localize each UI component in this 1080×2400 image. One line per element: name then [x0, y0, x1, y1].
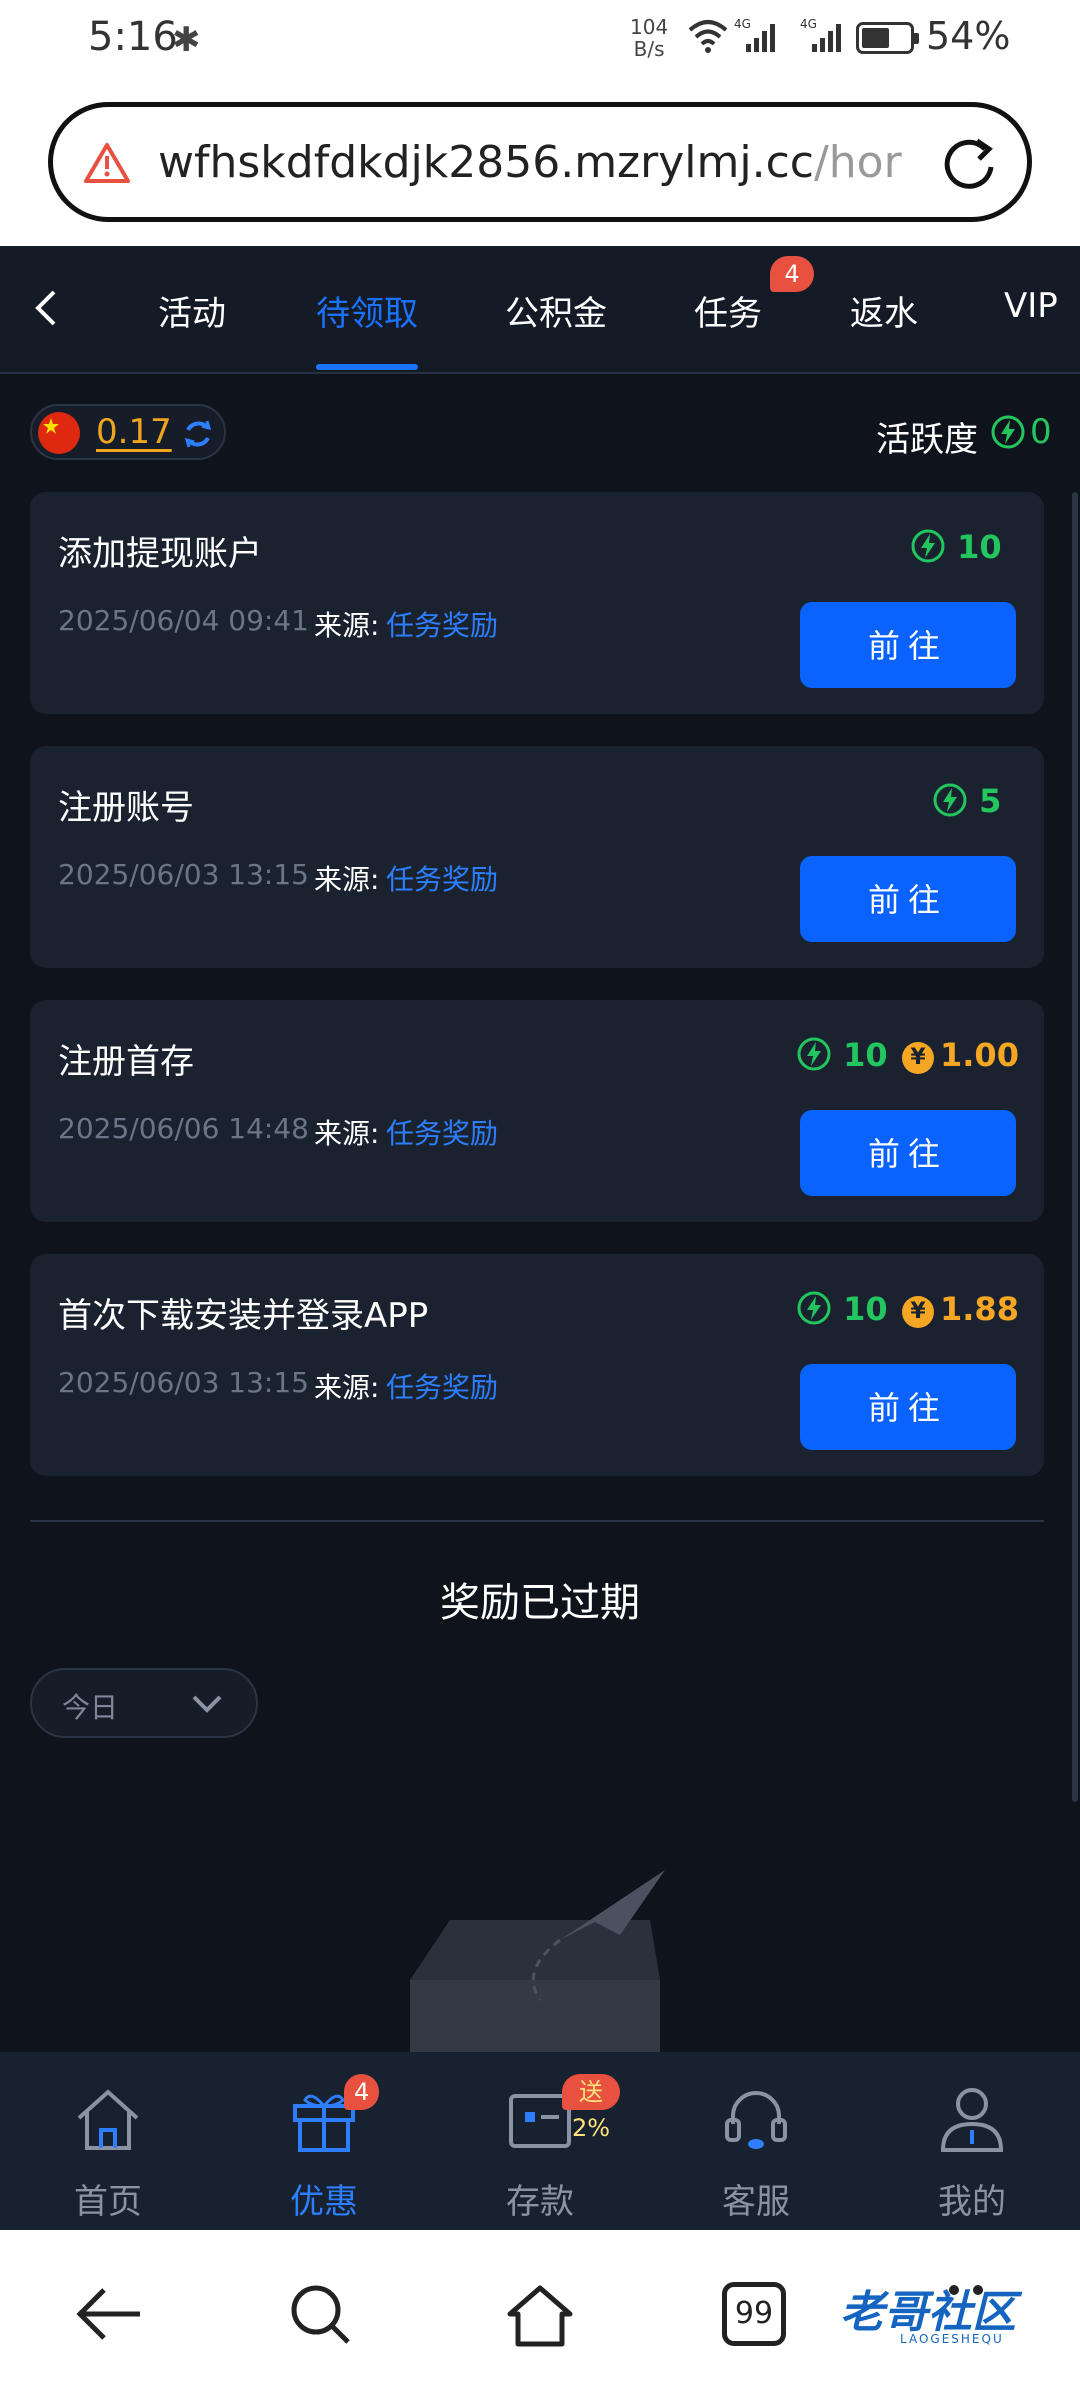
reload-icon[interactable] [939, 133, 999, 193]
reward-date: 2025/06/03 13:15 [58, 1366, 309, 1399]
reward-source: 任务奖励 [386, 609, 499, 642]
reward-date: 2025/06/03 13:15 [58, 858, 309, 891]
promotions-badge: 4 [344, 2074, 380, 2110]
url-text[interactable]: wfhskdfdkdjk2856.mzrylmj.cc/hor [158, 137, 948, 188]
reward-card: 添加提现账户 10 2025/06/04 09:41 来源: 任务奖励 前往 [30, 492, 1044, 714]
reward-title: 首次下载安装并登录APP [58, 1296, 429, 1336]
go-button[interactable]: 前往 [800, 1110, 1016, 1196]
svg-text:4G: 4G [800, 17, 817, 31]
reward-cash: ¥1.00 [902, 1036, 1019, 1076]
tab-provident-fund[interactable]: 公积金 [505, 286, 607, 335]
tabs-counter-button[interactable]: 99 [722, 2282, 786, 2346]
wifi-icon [688, 20, 728, 53]
watermark-subtext: LAOGESHEQU [900, 2332, 1004, 2346]
system-nav: 99 老哥社区 LAOGESHEQU [0, 2230, 1080, 2400]
go-button[interactable]: 前往 [800, 1364, 1016, 1450]
tasks-badge: 4 [770, 256, 814, 292]
active-tab-indicator [316, 364, 418, 370]
reward-points: 10 [910, 528, 1002, 568]
reward-title: 注册首存 [58, 1042, 194, 1082]
reward-points: 5 [932, 782, 1001, 822]
back-icon[interactable] [28, 286, 68, 330]
go-button[interactable]: 前往 [800, 602, 1016, 688]
go-button[interactable]: 前往 [800, 856, 1016, 942]
source-label: 来源: [314, 1371, 380, 1404]
source-label: 来源: [314, 863, 380, 896]
status-bar: 5:16 ✱ 104 B/s 4G 4G 54% [0, 0, 1080, 84]
activity-value: 0 [1030, 412, 1052, 452]
activity-label: 活跃度 [876, 420, 978, 460]
reward-date: 2025/06/06 14:48 [58, 1112, 309, 1145]
browser-toolbar: wfhskdfdkdjk2856.mzrylmj.cc/hor [0, 84, 1080, 246]
reward-source: 任务奖励 [386, 863, 499, 896]
tab-rebate[interactable]: 返水 [850, 286, 918, 335]
battery-percent: 54% [926, 14, 1011, 58]
bolt-icon [991, 415, 1025, 449]
svg-text:4G: 4G [734, 17, 751, 31]
bolt-icon [933, 783, 967, 817]
bottom-nav: 首页 4 优惠 送2% 存款 客服 我的 [0, 2052, 1080, 2230]
address-bar[interactable]: wfhskdfdkdjk2856.mzrylmj.cc/hor [48, 102, 1032, 222]
tab-tasks[interactable]: 任务 [694, 286, 762, 335]
date-filter-select[interactable]: 今日 [30, 1668, 258, 1738]
bolt-icon [797, 1037, 831, 1071]
tab-vip[interactable]: VIP [1004, 286, 1058, 326]
headset-icon [725, 2091, 787, 2149]
back-arrow-icon[interactable] [74, 2282, 144, 2346]
reward-points: 10 [796, 1290, 888, 1330]
user-icon [940, 2088, 1004, 2152]
reward-source: 任务奖励 [386, 1117, 499, 1150]
china-flag-icon [38, 412, 80, 454]
source-label: 来源: [314, 1117, 380, 1150]
empty-box-icon [410, 1870, 665, 2052]
section-divider [30, 1520, 1044, 1522]
reward-source: 任务奖励 [386, 1371, 499, 1404]
expired-section-title: 奖励已过期 [440, 1580, 640, 1626]
coin-icon: ¥ [902, 1042, 934, 1074]
reward-cash: ¥1.88 [902, 1290, 1019, 1330]
home-icon[interactable] [506, 2282, 574, 2348]
signal-icon: 4G [734, 17, 775, 52]
search-icon[interactable] [288, 2282, 354, 2348]
network-speed: 104 B/s [630, 15, 669, 61]
reward-title: 添加提现账户 [58, 534, 262, 574]
tab-pending[interactable]: 待领取 [316, 286, 418, 335]
chevron-down-icon [192, 1695, 222, 1713]
coin-icon: ¥ [902, 1296, 934, 1328]
refresh-icon[interactable] [182, 418, 214, 450]
battery-icon [856, 22, 919, 54]
reward-points: 10 [796, 1036, 888, 1076]
reward-card: 注册账号 5 2025/06/03 13:15 来源: 任务奖励 前往 [30, 746, 1044, 968]
reward-title: 注册账号 [58, 788, 194, 828]
status-time: 5:16 [88, 14, 178, 60]
bolt-icon [911, 529, 945, 563]
deposit-badge: 送2% [562, 2074, 621, 2142]
reward-card: 注册首存 10 ¥1.00 2025/06/06 14:48 来源: 任务奖励 … [30, 1000, 1044, 1222]
watermark-logo: 老哥社区 [840, 2287, 1016, 2338]
signal-icon-2: 4G [800, 17, 841, 52]
date-filter-value: 今日 [62, 1691, 119, 1724]
balance-pill[interactable]: 0.17 [30, 404, 226, 460]
tab-activity[interactable]: 活动 [158, 286, 226, 335]
category-tabs: 活动 待领取 公积金 任务 4 返水 VIP [0, 246, 1080, 374]
balance-value: 0.17 [96, 412, 172, 452]
warning-icon[interactable] [83, 141, 131, 185]
home-icon [77, 2089, 139, 2150]
scrollbar[interactable] [1072, 492, 1078, 1802]
bluetooth-icon: ✱ [172, 20, 201, 60]
source-label: 来源: [314, 609, 380, 642]
reward-card: 首次下载安装并登录APP 10 ¥1.88 2025/06/03 13:15 来… [30, 1254, 1044, 1476]
reward-date: 2025/06/04 09:41 [58, 604, 309, 637]
bolt-icon [797, 1291, 831, 1325]
